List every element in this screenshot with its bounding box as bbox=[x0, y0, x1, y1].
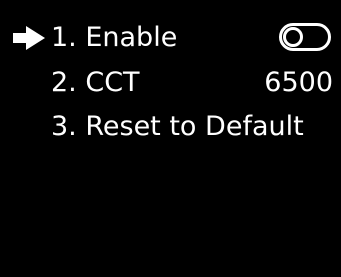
menu-item-label: 3. Reset to Default bbox=[51, 111, 304, 142]
menu-item-reset-to-default[interactable]: 3. Reset to Default bbox=[0, 106, 341, 150]
menu-item-enable[interactable]: 1. Enable bbox=[0, 17, 341, 61]
menu-item-label: 1. Enable bbox=[51, 22, 178, 53]
cct-value: 6500 bbox=[264, 67, 333, 98]
menu-item-cct[interactable]: 2. CCT 6500 bbox=[0, 62, 341, 106]
menu-item-label: 2. CCT bbox=[51, 67, 140, 98]
settings-menu: 1. Enable 2. CCT 6500 3. Reset to Defaul… bbox=[0, 0, 341, 277]
toggle-switch-icon[interactable] bbox=[279, 23, 331, 51]
arrow-right-icon bbox=[13, 26, 45, 50]
